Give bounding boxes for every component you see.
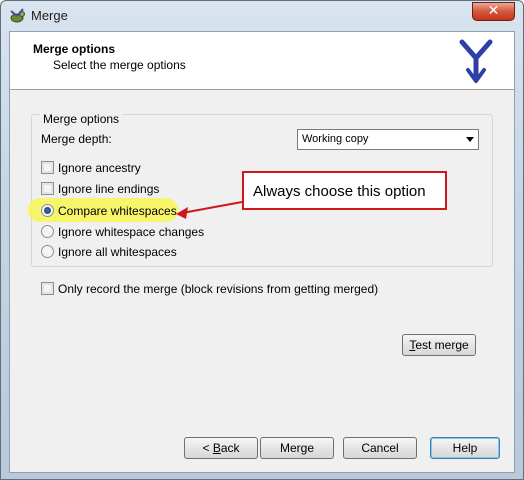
close-icon: ✕ [487, 3, 500, 19]
only-record-checkbox[interactable] [41, 282, 54, 295]
only-record-label[interactable]: Only record the merge (block revisions f… [58, 282, 378, 296]
test-merge-button[interactable]: Test merge [402, 334, 476, 356]
header-subtitle: Select the merge options [53, 58, 186, 72]
ignore-line-endings-label[interactable]: Ignore line endings [58, 182, 159, 196]
compare-whitespaces-label-highlighted[interactable]: Compare whitespaces [58, 204, 177, 218]
annotation-callout: Always choose this option [242, 171, 447, 210]
ignore-all-whitespaces-label[interactable]: Ignore all whitespaces [58, 245, 177, 259]
merge-button[interactable]: Merge [260, 437, 334, 459]
header-title: Merge options [33, 42, 116, 56]
ignore-ancestry-checkbox[interactable] [41, 161, 54, 174]
help-button[interactable]: Help [430, 437, 500, 459]
ignore-line-endings-checkbox[interactable] [41, 182, 54, 195]
wizard-header: Merge options Select the merge options [10, 32, 514, 90]
chevron-down-icon [466, 137, 474, 142]
ignore-whitespace-changes-label[interactable]: Ignore whitespace changes [58, 225, 204, 239]
ignore-all-whitespaces-radio[interactable] [41, 245, 54, 258]
tortoise-merge-icon [10, 8, 25, 23]
window-title: Merge [31, 8, 68, 23]
annotation-text: Always choose this option [253, 183, 426, 200]
title-bar[interactable]: Merge ✕ [1, 1, 523, 31]
merge-dialog-window: Merge ✕ Merge options Select the merge o… [0, 0, 524, 480]
merge-depth-label: Merge depth: [41, 132, 112, 146]
group-legend: Merge options [40, 112, 123, 126]
ignore-whitespace-changes-radio[interactable] [41, 225, 54, 238]
merge-branch-logo-icon [459, 39, 493, 83]
compare-whitespaces-radio-highlighted[interactable] [41, 204, 54, 217]
cancel-button[interactable]: Cancel [343, 437, 417, 459]
ignore-ancestry-label[interactable]: Ignore ancestry [58, 161, 141, 175]
merge-depth-value: Working copy [302, 133, 369, 145]
dialog-body: Merge options Select the merge options M… [9, 31, 515, 473]
close-button[interactable]: ✕ [472, 2, 515, 21]
back-button[interactable]: < Back [184, 437, 258, 459]
merge-depth-select[interactable]: Working copy [297, 129, 479, 150]
